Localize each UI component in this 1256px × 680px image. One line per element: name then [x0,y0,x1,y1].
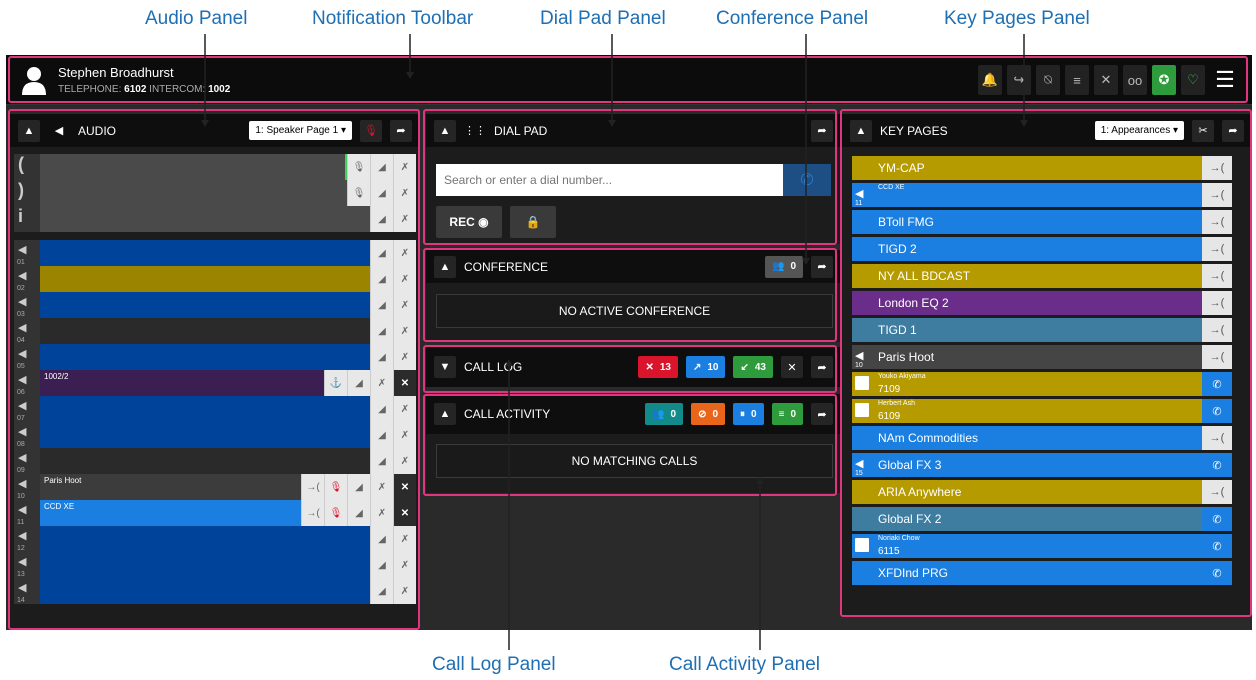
annotation-overlay [8,34,1252,650]
dial-pad-highlight [423,109,837,245]
toolbar-highlight [8,56,1248,103]
conference-highlight [423,248,837,342]
audio-highlight [8,109,420,630]
key-pages-highlight [840,109,1252,617]
call-activity-highlight [423,394,837,496]
call-log-highlight [423,345,837,393]
